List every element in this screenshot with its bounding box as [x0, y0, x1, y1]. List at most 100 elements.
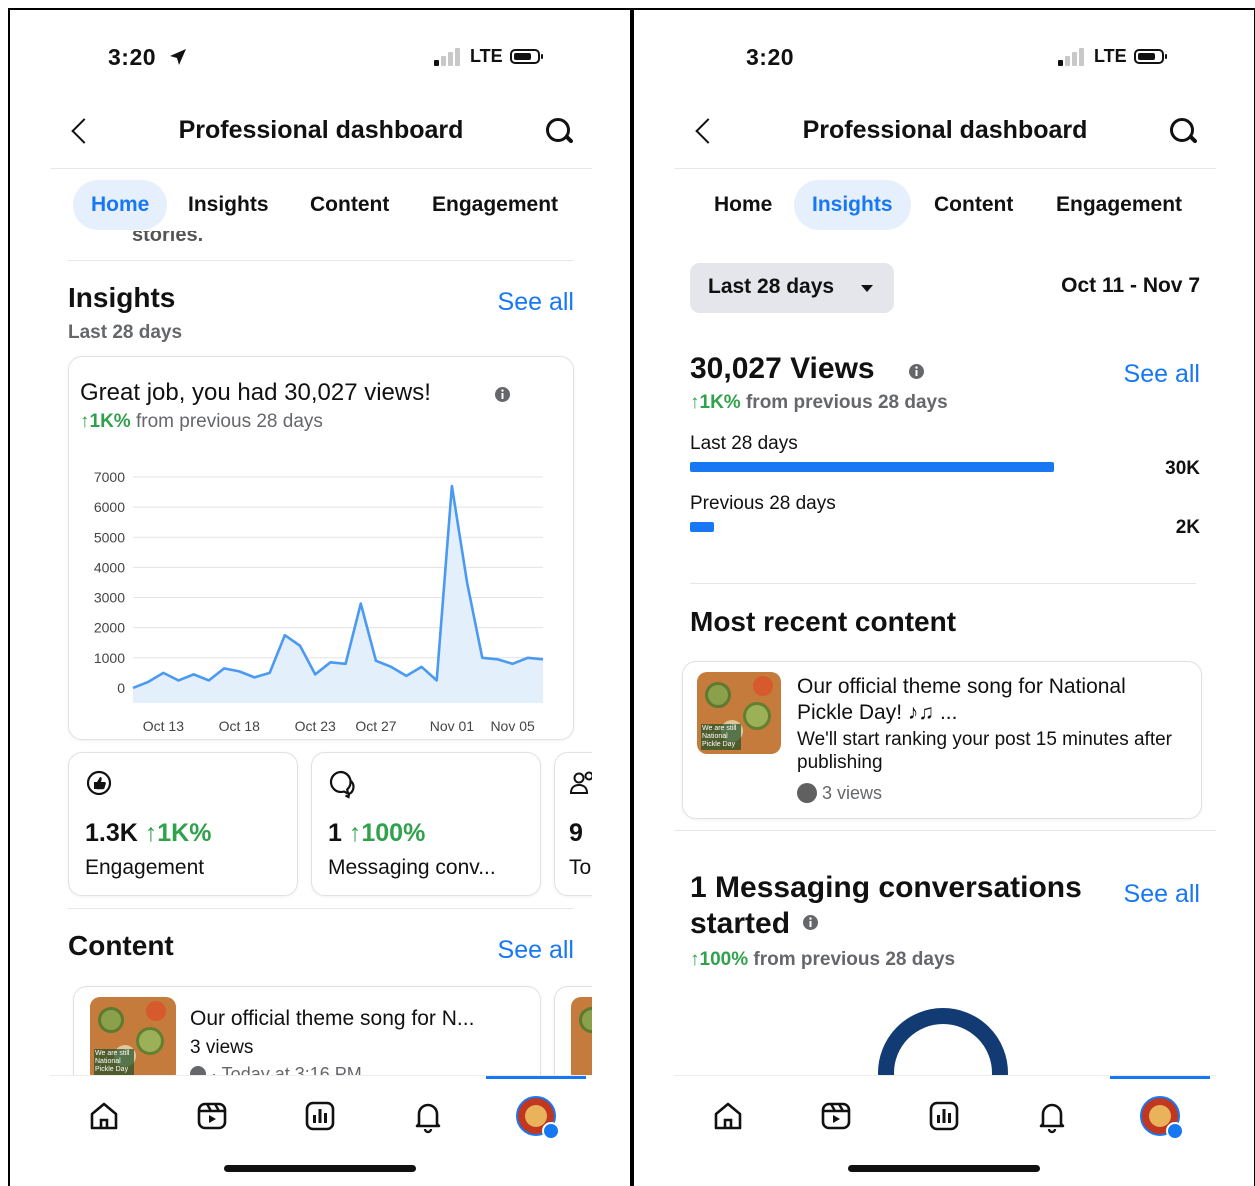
globe-icon [797, 783, 817, 803]
home-indicator [848, 1165, 1040, 1172]
divider [690, 583, 1196, 584]
network-label: LTE [1094, 46, 1127, 66]
thumbnail-caption: We are still National Pickle Day [94, 1049, 134, 1075]
bar-label-previous: Previous 28 days [690, 493, 836, 514]
y-tick-label: 2000 [94, 620, 125, 636]
home-icon[interactable] [710, 1098, 746, 1134]
views-change-row: ↑1K% from previous 28 days [690, 392, 948, 414]
like-icon [86, 770, 112, 796]
menu-badge-icon [542, 1122, 560, 1140]
metric-label: Engagement [85, 856, 205, 879]
divider [674, 830, 1216, 831]
insights-title: Insights [68, 282, 176, 313]
tab-home[interactable]: Home [696, 180, 790, 230]
home-icon[interactable] [86, 1098, 122, 1134]
info-icon[interactable] [802, 914, 819, 931]
metric-card-partial[interactable]: 9 To [554, 752, 592, 896]
dashboard-icon[interactable] [302, 1098, 338, 1134]
y-tick-label: 6000 [94, 499, 125, 515]
right-phone-screen: 3:20 LTE Professional dashboard Home Ins… [674, 10, 1216, 1186]
bottom-navigation [674, 1075, 1216, 1155]
reels-icon[interactable] [194, 1098, 230, 1134]
views-chart-card[interactable]: Great job, you had 30,027 views! ↑1K% fr… [68, 356, 574, 740]
messaging-change: ↑100% [690, 949, 749, 970]
messaging-change-row: ↑100% from previous 28 days [690, 949, 955, 971]
page-title: Professional dashboard [178, 116, 464, 144]
info-icon[interactable] [908, 363, 925, 380]
tab-insights[interactable]: Insights [794, 180, 911, 230]
search-icon[interactable] [1170, 118, 1198, 146]
post-thumbnail: We are still National Pickle Day [697, 672, 781, 754]
views-see-all-link[interactable]: See all [1124, 360, 1200, 389]
y-tick-label: 7000 [94, 469, 125, 485]
tab-insights[interactable]: Insights [170, 180, 287, 230]
metric-change: ↑100% [348, 819, 426, 847]
y-tick-label: 1000 [94, 650, 125, 666]
bar-previous-period [690, 522, 714, 532]
network-label: LTE [470, 46, 503, 66]
metric-value: 9 [569, 819, 583, 847]
x-tick-label: Oct 18 [219, 718, 260, 734]
metric-label: To [569, 856, 592, 879]
metric-card-engagement[interactable]: 1.3K ↑1K% Engagement [68, 752, 298, 896]
y-tick-label: 3000 [94, 590, 125, 606]
status-bar: 3:20 LTE [674, 42, 1216, 72]
date-range-dropdown-label: Last 28 days [708, 275, 835, 298]
battery-icon [510, 49, 543, 64]
metric-value-row: 1.3K ↑1K% [85, 819, 211, 848]
page-header: Professional dashboard [674, 110, 1216, 160]
x-tick-label: Oct 27 [355, 718, 396, 734]
bottom-navigation [50, 1075, 592, 1155]
cutoff-text: stories. [132, 231, 204, 245]
date-range-dropdown[interactable]: Last 28 days [690, 263, 894, 313]
nav-active-indicator [1110, 1076, 1210, 1079]
notifications-bell-icon[interactable] [410, 1098, 446, 1134]
bar-value-current: 30K [1165, 458, 1200, 479]
caret-down-icon [861, 285, 873, 292]
messaging-title: 1 Messaging conversations started [690, 870, 1110, 942]
thumbnail-caption: We are still National Pickle Day [701, 724, 741, 750]
insights-see-all-link[interactable]: See all [498, 288, 574, 317]
views-change-suffix: from previous 28 days [135, 411, 323, 432]
tab-home[interactable]: Home [73, 180, 168, 230]
dashboard-icon[interactable] [926, 1098, 962, 1134]
page-header: Professional dashboard [50, 110, 592, 160]
tab-engagement[interactable]: Engagement [1038, 180, 1200, 230]
notifications-bell-icon[interactable] [1034, 1098, 1070, 1134]
y-tick-label: 0 [117, 680, 125, 696]
divider [68, 260, 574, 261]
views-change-row: ↑1K% from previous 28 days [80, 411, 323, 433]
insights-period: Last 28 days [68, 322, 183, 343]
info-icon[interactable] [494, 386, 511, 403]
tab-content[interactable]: Content [292, 180, 407, 230]
messaging-see-all-link[interactable]: See all [1124, 880, 1200, 909]
divider [68, 908, 574, 909]
profile-avatar[interactable] [516, 1096, 560, 1140]
views-headline: Great job, you had 30,027 views! [80, 379, 431, 406]
tab-content[interactable]: Content [916, 180, 1031, 230]
recent-content-card[interactable]: We are still National Pickle Day Our off… [682, 661, 1202, 819]
content-item-views: 3 views [190, 1037, 254, 1058]
messaging-title-text: 1 Messaging conversations started [690, 871, 1082, 940]
area-fill [133, 486, 543, 703]
metric-value: 1 [328, 819, 342, 847]
search-icon[interactable] [546, 118, 574, 146]
x-tick-label: Nov 01 [430, 718, 475, 734]
profile-avatar[interactable] [1140, 1096, 1184, 1140]
status-time: 3:20 [108, 44, 157, 70]
home-indicator [224, 1165, 416, 1172]
reels-icon[interactable] [818, 1098, 854, 1134]
bar-current-period [690, 462, 1054, 472]
metric-value: 1.3K [85, 819, 138, 847]
metric-card-messaging[interactable]: 1 ↑100% Messaging conv... [311, 752, 541, 896]
post-thumbnail: We are still National Pickle Day [90, 997, 176, 1083]
content-see-all-link[interactable]: See all [498, 936, 574, 965]
left-phone-screen: 3:20 LTE Professional dashboard Home Ins… [50, 10, 592, 1186]
date-range-text: Oct 11 - Nov 7 [1061, 274, 1200, 297]
views-change-suffix: from previous 28 days [745, 392, 948, 413]
tab-engagement[interactable]: Engagement [414, 180, 576, 230]
left-screenshot-frame: 3:20 LTE Professional dashboard Home Ins… [8, 8, 632, 1186]
signal-icon [1058, 48, 1088, 66]
page-title: Professional dashboard [802, 116, 1088, 144]
recent-item-views: 3 views [822, 783, 883, 803]
